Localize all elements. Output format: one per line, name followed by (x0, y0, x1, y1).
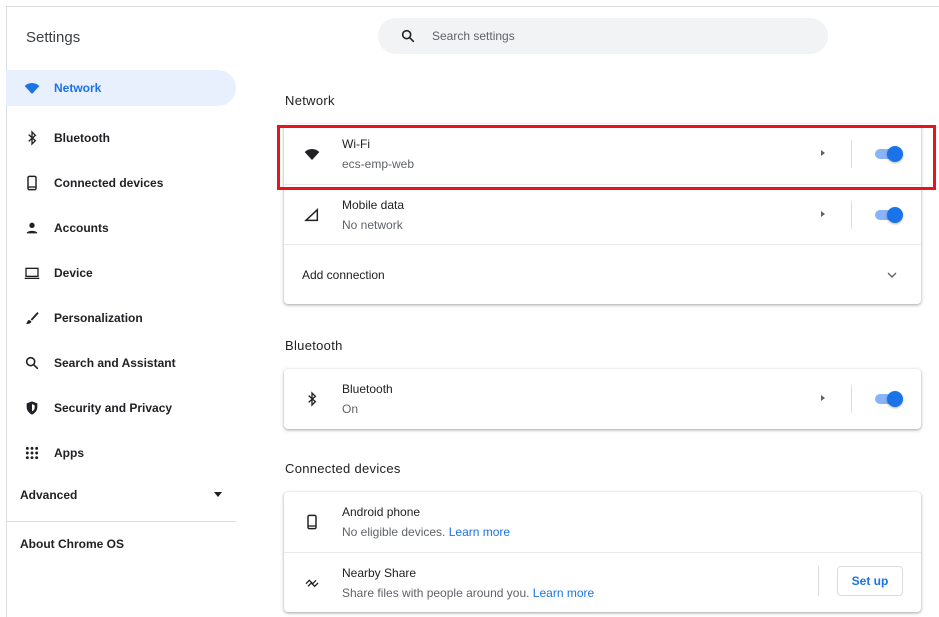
wifi-toggle[interactable] (873, 146, 903, 162)
laptop-icon (24, 265, 40, 281)
sidebar-item-connected-devices[interactable]: Connected devices (6, 160, 236, 205)
brush-icon (24, 310, 40, 326)
search-icon (24, 355, 40, 371)
about-label: About Chrome OS (20, 537, 124, 551)
add-connection-label: Add connection (302, 268, 385, 282)
advanced-label: Advanced (20, 488, 78, 502)
phone-icon (307, 514, 317, 530)
sidebar-item-label: Personalization (54, 310, 143, 325)
sidebar-item-bluetooth[interactable]: Bluetooth (6, 115, 236, 160)
wifi-status: ecs-emp-web (342, 157, 415, 171)
android-phone-title: Android phone (342, 505, 421, 519)
network-card: Wi-Fi ecs-emp-web Mobile data No network… (284, 124, 921, 304)
sidebar-item-label: Security and Privacy (54, 400, 173, 415)
mobile-data-toggle[interactable] (873, 207, 903, 223)
sidebar-item-personalization[interactable]: Personalization (6, 295, 236, 340)
mobile-data-row[interactable]: Mobile data No network (284, 184, 921, 244)
sidebar-item-security-and-privacy[interactable]: Security and Privacy (6, 385, 236, 430)
search-input[interactable] (432, 29, 792, 43)
bluetooth-icon (308, 391, 317, 407)
add-connection-row[interactable]: Add connection (284, 244, 921, 304)
search-icon (401, 29, 415, 43)
cellular-icon (304, 207, 319, 222)
sidebar-item-label: Search and Assistant (54, 355, 176, 370)
nearby-share-title: Nearby Share (342, 566, 417, 580)
wifi-icon (304, 149, 320, 160)
arrow-right-icon (821, 211, 825, 217)
row-separator (851, 201, 852, 229)
section-title-connected-devices: Connected devices (285, 461, 401, 476)
sidebar-item-label: Apps (54, 445, 84, 460)
row-separator (851, 140, 852, 168)
sidebar-item-network[interactable]: Network (6, 70, 236, 106)
bluetooth-card: Bluetooth On (284, 369, 921, 429)
bluetooth-icon (24, 129, 40, 146)
chevron-down-icon (887, 272, 897, 278)
bluetooth-row[interactable]: Bluetooth On (284, 369, 921, 429)
sidebar-item-label: Device (54, 265, 93, 280)
arrow-right-icon (821, 150, 825, 156)
android-phone-status: No eligible devices. Learn more (342, 525, 510, 539)
sidebar-item-label: Bluetooth (54, 130, 110, 145)
nearby-status-text: Share files with people around you. (342, 586, 530, 600)
sidebar-item-device[interactable]: Device (6, 250, 236, 295)
sidebar-item-about[interactable]: About Chrome OS (6, 522, 236, 566)
nearby-learn-more-link[interactable]: Learn more (533, 586, 594, 600)
wifi-row[interactable]: Wi-Fi ecs-emp-web (284, 124, 921, 184)
search-box[interactable] (378, 18, 828, 54)
sidebar-item-label: Network (54, 81, 102, 95)
sidebar-item-label: Connected devices (54, 175, 164, 190)
apps-grid-icon (24, 445, 40, 461)
row-separator (851, 385, 852, 413)
arrow-right-icon (821, 395, 825, 401)
sidebar-advanced-toggle[interactable]: Advanced (6, 475, 236, 515)
sidebar-item-search-and-assistant[interactable]: Search and Assistant (6, 340, 236, 385)
android-status-text: No eligible devices. (342, 525, 446, 539)
section-title-bluetooth: Bluetooth (285, 338, 343, 353)
sidebar-item-apps[interactable]: Apps (6, 430, 236, 475)
nearby-share-status: Share files with people around you. Lear… (342, 586, 594, 600)
wifi-title: Wi-Fi (342, 137, 370, 151)
sidebar: Network Bluetooth Connected devices Acco… (6, 70, 236, 566)
set-up-button[interactable]: Set up (837, 566, 903, 596)
bluetooth-status: On (342, 402, 359, 416)
bluetooth-toggle[interactable] (873, 391, 903, 407)
bluetooth-title: Bluetooth (342, 382, 393, 396)
nearby-share-icon (305, 579, 319, 588)
wifi-icon (24, 80, 40, 96)
sidebar-item-label: Accounts (54, 220, 109, 235)
sidebar-item-accounts[interactable]: Accounts (6, 205, 236, 250)
caret-down-icon (214, 492, 222, 497)
mobile-data-status: No network (342, 218, 403, 232)
mobile-data-title: Mobile data (342, 198, 405, 212)
connected-devices-card: Android phone No eligible devices. Learn… (284, 492, 921, 612)
section-title-network: Network (285, 93, 335, 108)
android-learn-more-link[interactable]: Learn more (449, 525, 510, 539)
phone-icon (24, 175, 40, 191)
app-title: Settings (26, 29, 81, 46)
android-phone-row[interactable]: Android phone No eligible devices. Learn… (284, 492, 921, 552)
shield-icon (24, 400, 40, 416)
person-icon (24, 220, 40, 236)
row-separator (818, 566, 819, 596)
nearby-share-row[interactable]: Nearby Share Share files with people aro… (284, 552, 921, 612)
